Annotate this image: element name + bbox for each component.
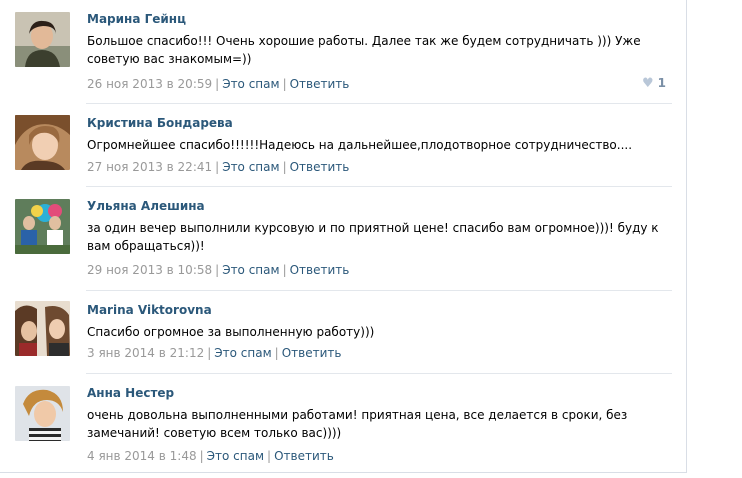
- comment-author[interactable]: Анна Нестер: [87, 386, 174, 400]
- spam-link[interactable]: Это спам: [214, 346, 271, 360]
- comment-text: за один вечер выполнили курсовую и по пр…: [87, 221, 659, 253]
- comment-date[interactable]: 27 ноя 2013 в 22:41: [87, 160, 212, 174]
- comment-item: Анна Нестер очень довольна выполненными …: [0, 374, 686, 472]
- reply-link[interactable]: Ответить: [290, 160, 350, 174]
- comment-date[interactable]: 4 янв 2014 в 1:48: [87, 449, 197, 463]
- comment-date[interactable]: 3 янв 2014 в 21:12: [87, 346, 204, 360]
- comment-item: Marina Viktorovna Спасибо огромное за вы…: [0, 291, 686, 374]
- comment-author[interactable]: Marina Viktorovna: [87, 303, 212, 317]
- comment-date[interactable]: 26 ноя 2013 в 20:59: [87, 77, 212, 91]
- avatar[interactable]: [15, 301, 70, 356]
- comment-meta: 26 ноя 2013 в 20:59 | Это спам | Ответить: [87, 77, 350, 91]
- comment-text: Огромнейшее спасибо!!!!!!Надеюсь на даль…: [87, 138, 633, 152]
- comment-meta: 3 янв 2014 в 21:12 | Это спам | Ответить: [87, 346, 342, 360]
- reply-link[interactable]: Ответить: [282, 346, 342, 360]
- reply-link[interactable]: Ответить: [290, 263, 350, 277]
- comment-author[interactable]: Кристина Бондарева: [87, 116, 233, 130]
- avatar[interactable]: [15, 199, 70, 254]
- spam-link[interactable]: Это спам: [207, 449, 264, 463]
- comment-text: Спасибо огромное за выполненную работу))…: [87, 325, 375, 339]
- comment-meta: 29 ноя 2013 в 10:58 | Это спам | Ответить: [87, 263, 350, 277]
- comment-author[interactable]: Марина Гейнц: [87, 12, 186, 26]
- spam-link[interactable]: Это спам: [222, 263, 279, 277]
- comment-date[interactable]: 29 ноя 2013 в 10:58: [87, 263, 212, 277]
- avatar[interactable]: [15, 115, 70, 170]
- heart-icon: ♥: [641, 76, 654, 91]
- comment-text: Большое спасибо!!! Очень хорошие работы.…: [87, 34, 641, 66]
- comment-meta: 4 янв 2014 в 1:48 | Это спам | Ответить: [87, 449, 334, 463]
- comment-meta: 27 ноя 2013 в 22:41 | Это спам | Ответить: [87, 160, 350, 174]
- like-button[interactable]: ♥ 1: [642, 76, 666, 91]
- comment-item: Кристина Бондарева Огромнейшее спасибо!!…: [0, 104, 686, 187]
- comment-item: Марина Гейнц Большое спасибо!!! Очень хо…: [0, 0, 686, 104]
- comments-panel: Марина Гейнц Большое спасибо!!! Очень хо…: [0, 0, 687, 473]
- comment-author[interactable]: Ульяна Алешина: [87, 199, 205, 213]
- like-count: 1: [657, 76, 666, 90]
- avatar[interactable]: [15, 386, 70, 441]
- comment-text: очень довольна выполненными работами! пр…: [87, 408, 628, 440]
- spam-link[interactable]: Это спам: [222, 77, 279, 91]
- reply-link[interactable]: Ответить: [290, 77, 350, 91]
- spam-link[interactable]: Это спам: [222, 160, 279, 174]
- comment-item: Ульяна Алешина за один вечер выполнили к…: [0, 187, 686, 291]
- avatar[interactable]: [15, 12, 70, 67]
- reply-link[interactable]: Ответить: [274, 449, 334, 463]
